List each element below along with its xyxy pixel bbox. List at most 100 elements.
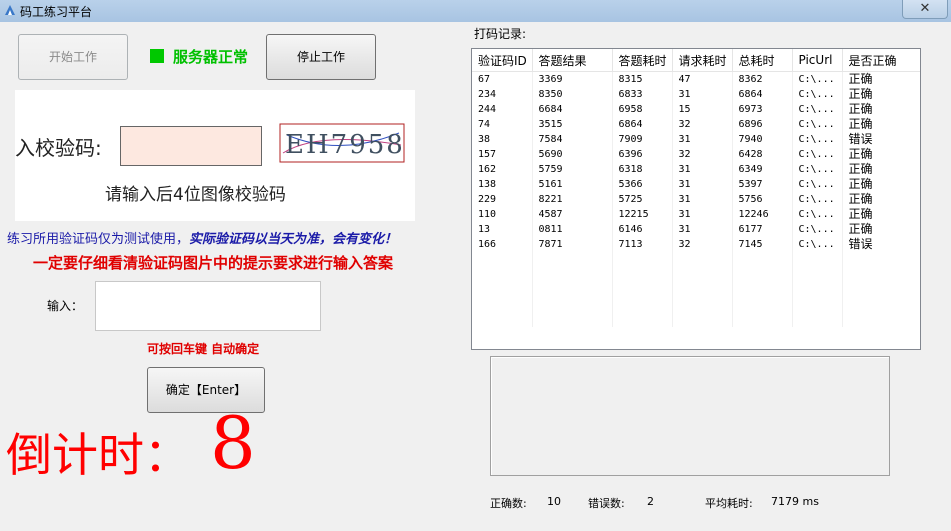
table-cell: C:\... (792, 147, 843, 162)
table-cell: 15 (672, 102, 733, 117)
captcha-image-text: EH7958 (285, 130, 405, 160)
table-row[interactable]: 244 6684 6958 15 6973 C:\... 正确 (472, 102, 920, 117)
table-cell: 3369 (532, 71, 613, 87)
table-row[interactable]: 162 5759 6318 31 6349 C:\... 正确 (472, 162, 920, 177)
table-cell: 6958 (612, 102, 673, 117)
table-cell: 错误 (842, 237, 920, 252)
table-row[interactable]: 110 4587 12215 31 12246 C:\... 正确 (472, 207, 920, 222)
window-title: 码工练习平台 (20, 5, 93, 19)
table-cell: 32 (672, 147, 733, 162)
table-row[interactable]: 234 8350 6833 31 6864 C:\... 正确 (472, 87, 920, 102)
avg-time-value: 7179 ms (771, 495, 819, 508)
table-cell: 166 (472, 237, 533, 252)
table-cell: 8350 (532, 87, 613, 102)
answer-input[interactable] (95, 281, 321, 331)
table-cell: 正确 (842, 147, 920, 162)
table-cell: 6973 (732, 102, 793, 117)
table-cell: 7145 (732, 237, 793, 252)
table-cell: 8315 (612, 71, 673, 87)
table-row[interactable]: 74 3515 6864 32 6896 C:\... 正确 (472, 117, 920, 132)
table-cell: 229 (472, 192, 533, 207)
table-cell: 5690 (532, 147, 613, 162)
stop-work-button[interactable]: 停止工作 (266, 34, 376, 80)
test-notice-plain: 练习所用验证码仅为测试使用， (7, 232, 190, 247)
table-cell: 8221 (532, 192, 613, 207)
input-warning: 一定要仔细看清验证码图片中的提示要求进行输入答案 (33, 254, 394, 272)
close-button[interactable]: ✕ (902, 0, 948, 19)
table-cell: 13 (472, 222, 533, 237)
table-cell: C:\... (792, 237, 843, 252)
server-status-indicator (150, 49, 164, 63)
answer-label: 输入： (47, 299, 84, 313)
column-header-answer[interactable]: 答题结果 (532, 49, 613, 72)
error-count-label: 错误数: (588, 497, 625, 510)
table-cell: 正确 (842, 207, 920, 222)
table-cell: 6349 (732, 162, 793, 177)
column-header-id[interactable]: 验证码ID (472, 49, 533, 72)
countdown-value: 8 (210, 401, 256, 485)
table-row[interactable]: 166 7871 7113 32 7145 C:\... 错误 (472, 237, 920, 252)
table-row[interactable]: 67 3369 8315 47 8362 C:\... 正确 (472, 71, 920, 87)
table-cell: 正确 (842, 87, 920, 102)
empty-row (472, 282, 920, 297)
table-cell: 7584 (532, 132, 613, 147)
table-cell: 3515 (532, 117, 613, 132)
table-cell: C:\... (792, 71, 843, 87)
column-header-total-time[interactable]: 总耗时 (732, 49, 793, 72)
table-cell: 162 (472, 162, 533, 177)
table-row[interactable]: 229 8221 5725 31 5756 C:\... 正确 (472, 192, 920, 207)
captcha-hint: 请输入后4位图像校验码 (105, 185, 286, 205)
table-cell: 234 (472, 87, 533, 102)
column-header-picurl[interactable]: PicUrl (792, 49, 843, 72)
records-table[interactable]: 验证码ID 答题结果 答题耗时 请求耗时 总耗时 PicUrl 是否正确 67 3… (471, 48, 921, 350)
table-cell: 5725 (612, 192, 673, 207)
table-row[interactable]: 38 7584 7909 31 7940 C:\... 错误 (472, 132, 920, 147)
column-header-answer-time[interactable]: 答题耗时 (612, 49, 673, 72)
table-cell: 5756 (732, 192, 793, 207)
table-cell: 5759 (532, 162, 613, 177)
test-notice: 练习所用验证码仅为测试使用，实际验证码以当天为准，会有变化！ (7, 228, 397, 247)
table-cell: 5366 (612, 177, 673, 192)
table-cell: 正确 (842, 222, 920, 237)
column-header-correct[interactable]: 是否正确 (842, 49, 920, 72)
table-cell: 错误 (842, 132, 920, 147)
correct-count-value: 10 (547, 495, 561, 508)
table-header-row: 验证码ID 答题结果 答题耗时 请求耗时 总耗时 PicUrl 是否正确 (472, 49, 920, 72)
captcha-image: EH7958 (279, 123, 405, 163)
table-cell: 12246 (732, 207, 793, 222)
test-notice-emphasis: 实际验证码以当天为准，会有变化！ (189, 232, 398, 247)
table-cell: 31 (672, 162, 733, 177)
captcha-sample-input-box (120, 126, 262, 166)
table-cell: 6428 (732, 147, 793, 162)
start-work-button[interactable]: 开始工作 (18, 34, 128, 80)
table-row[interactable]: 138 5161 5366 31 5397 C:\... 正确 (472, 177, 920, 192)
table-cell: 7909 (612, 132, 673, 147)
table-row[interactable]: 157 5690 6396 32 6428 C:\... 正确 (472, 147, 920, 162)
table-cell: 32 (672, 237, 733, 252)
log-box[interactable] (490, 356, 890, 476)
captcha-panel: 入校验码: EH7958 请输入后4位图像校验码 (15, 90, 415, 221)
table-cell: 正确 (842, 192, 920, 207)
table-row[interactable]: 13 0811 6146 31 6177 C:\... 正确 (472, 222, 920, 237)
table-cell: 4587 (532, 207, 613, 222)
table-cell: 244 (472, 102, 533, 117)
table-cell: 47 (672, 71, 733, 87)
records-title: 打码记录: (474, 27, 527, 41)
table-cell: 12215 (612, 207, 673, 222)
table-cell: 31 (672, 177, 733, 192)
table-cell: 8362 (732, 71, 793, 87)
empty-row (472, 297, 920, 312)
table-cell: 6864 (732, 87, 793, 102)
table-cell: C:\... (792, 117, 843, 132)
table-cell: 31 (672, 192, 733, 207)
table-cell: 32 (672, 117, 733, 132)
table-cell: 74 (472, 117, 533, 132)
table-cell: 6177 (732, 222, 793, 237)
column-header-request-time[interactable]: 请求耗时 (672, 49, 733, 72)
table-cell: C:\... (792, 132, 843, 147)
error-count-value: 2 (647, 495, 654, 508)
table-cell: 31 (672, 222, 733, 237)
table-cell: 6146 (612, 222, 673, 237)
table-cell: 138 (472, 177, 533, 192)
table-cell: 5161 (532, 177, 613, 192)
